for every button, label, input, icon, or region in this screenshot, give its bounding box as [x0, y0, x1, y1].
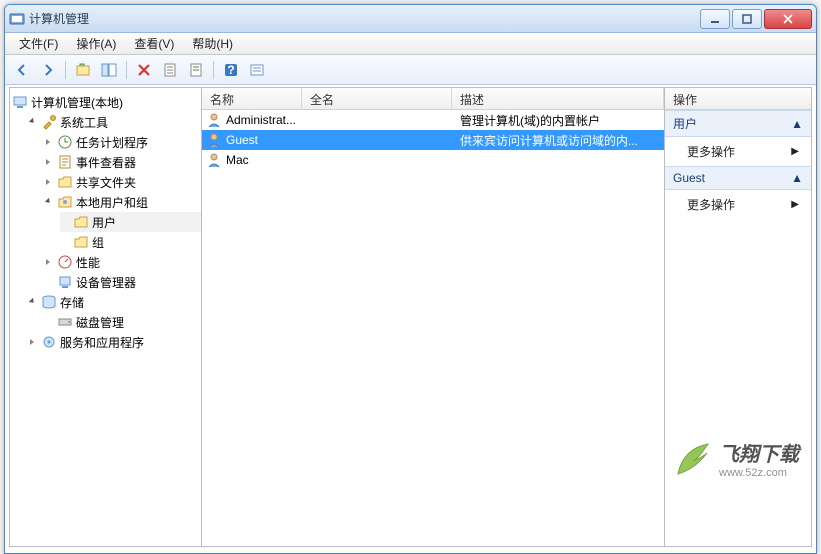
actions-section-users[interactable]: 用户 ▲: [665, 110, 811, 137]
svg-text:?: ?: [227, 63, 234, 77]
tree-device-manager[interactable]: 设备管理器: [44, 272, 201, 292]
help-button[interactable]: ?: [220, 59, 242, 81]
tree-system-tools[interactable]: 系统工具: [28, 112, 201, 132]
storage-icon: [41, 294, 57, 310]
mmc-window: 计算机管理 文件(F) 操作(A) 查看(V) 帮助(H) ?: [4, 4, 817, 554]
user-icon: [206, 112, 222, 128]
minimize-button[interactable]: [700, 9, 730, 29]
collapse-icon[interactable]: [28, 117, 38, 127]
actions-more-guest[interactable]: 更多操作 ▶: [665, 190, 811, 219]
tree-shared-folders[interactable]: 共享文件夹: [44, 172, 201, 192]
collapse-icon[interactable]: [44, 197, 54, 207]
folder-icon: [73, 214, 89, 230]
forward-button[interactable]: [37, 59, 59, 81]
expand-icon[interactable]: [44, 157, 54, 167]
services-icon: [41, 334, 57, 350]
col-description[interactable]: 描述: [452, 88, 664, 109]
device-icon: [57, 274, 73, 290]
col-full-name[interactable]: 全名: [302, 88, 452, 109]
window-title: 计算机管理: [29, 10, 700, 27]
show-hide-tree-button[interactable]: [98, 59, 120, 81]
tree-root[interactable]: 计算机管理(本地): [12, 92, 201, 112]
content-body: 计算机管理(本地) 系统工具: [9, 87, 812, 547]
delete-button[interactable]: [133, 59, 155, 81]
tree-services-apps[interactable]: 服务和应用程序: [28, 332, 201, 352]
chevron-up-icon: ▲: [791, 171, 803, 185]
titlebar[interactable]: 计算机管理: [5, 5, 816, 33]
user-icon: [206, 152, 222, 168]
tree-root-label: 计算机管理(本地): [31, 94, 123, 111]
arrow-right-icon: ▶: [791, 146, 799, 157]
col-name[interactable]: 名称: [202, 88, 302, 109]
up-button[interactable]: [72, 59, 94, 81]
tree-storage[interactable]: 存储: [28, 292, 201, 312]
maximize-button[interactable]: [732, 9, 762, 29]
tree-task-scheduler[interactable]: 任务计划程序: [44, 132, 201, 152]
menu-file[interactable]: 文件(F): [11, 33, 66, 54]
tree-local-users-groups[interactable]: 本地用户和组: [44, 192, 201, 212]
export-list-button[interactable]: [246, 59, 268, 81]
computer-icon: [12, 94, 28, 110]
tree-performance[interactable]: 性能: [44, 252, 201, 272]
tree-disk-management[interactable]: 磁盘管理: [44, 312, 201, 332]
close-button[interactable]: [764, 9, 812, 29]
tree-event-viewer[interactable]: 事件查看器: [44, 152, 201, 172]
users-folder-icon: [57, 194, 73, 210]
menubar: 文件(F) 操作(A) 查看(V) 帮助(H): [5, 33, 816, 55]
performance-icon: [57, 254, 73, 270]
arrow-right-icon: ▶: [791, 199, 799, 210]
refresh-button[interactable]: [185, 59, 207, 81]
properties-button[interactable]: [159, 59, 181, 81]
menu-action[interactable]: 操作(A): [68, 33, 124, 54]
details-pane: 名称 全名 描述 Administrat... 管理计算机(域)的内置帐户 Gu…: [202, 88, 665, 546]
chevron-up-icon: ▲: [791, 117, 803, 131]
folder-icon: [73, 234, 89, 250]
tree-pane[interactable]: 计算机管理(本地) 系统工具: [10, 88, 202, 546]
expand-icon[interactable]: [44, 257, 54, 267]
clock-icon: [57, 134, 73, 150]
tree-groups[interactable]: 组: [60, 232, 201, 252]
event-icon: [57, 154, 73, 170]
shared-folder-icon: [57, 174, 73, 190]
tree-users[interactable]: 用户: [60, 212, 201, 232]
tools-icon: [41, 114, 57, 130]
user-icon: [206, 132, 222, 148]
expand-icon[interactable]: [44, 177, 54, 187]
expand-icon[interactable]: [28, 337, 38, 347]
list-item[interactable]: Guest 供来宾访问计算机或访问域的内...: [202, 130, 664, 150]
tree-label: 系统工具: [60, 114, 108, 131]
actions-section-guest[interactable]: Guest ▲: [665, 166, 811, 190]
menu-view[interactable]: 查看(V): [126, 33, 182, 54]
disk-icon: [57, 314, 73, 330]
list-item[interactable]: Administrat... 管理计算机(域)的内置帐户: [202, 110, 664, 130]
toolbar: ?: [5, 55, 816, 85]
collapse-icon[interactable]: [28, 297, 38, 307]
column-headers: 名称 全名 描述: [202, 88, 664, 110]
actions-pane: 操作 用户 ▲ 更多操作 ▶ Guest ▲ 更多操作 ▶: [665, 88, 811, 546]
users-list[interactable]: Administrat... 管理计算机(域)的内置帐户 Guest 供来宾访问…: [202, 110, 664, 546]
expand-icon[interactable]: [44, 137, 54, 147]
actions-more-users[interactable]: 更多操作 ▶: [665, 137, 811, 166]
menu-help[interactable]: 帮助(H): [184, 33, 241, 54]
list-item[interactable]: Mac: [202, 150, 664, 170]
actions-header: 操作: [665, 88, 811, 110]
back-button[interactable]: [11, 59, 33, 81]
app-icon: [9, 11, 25, 27]
